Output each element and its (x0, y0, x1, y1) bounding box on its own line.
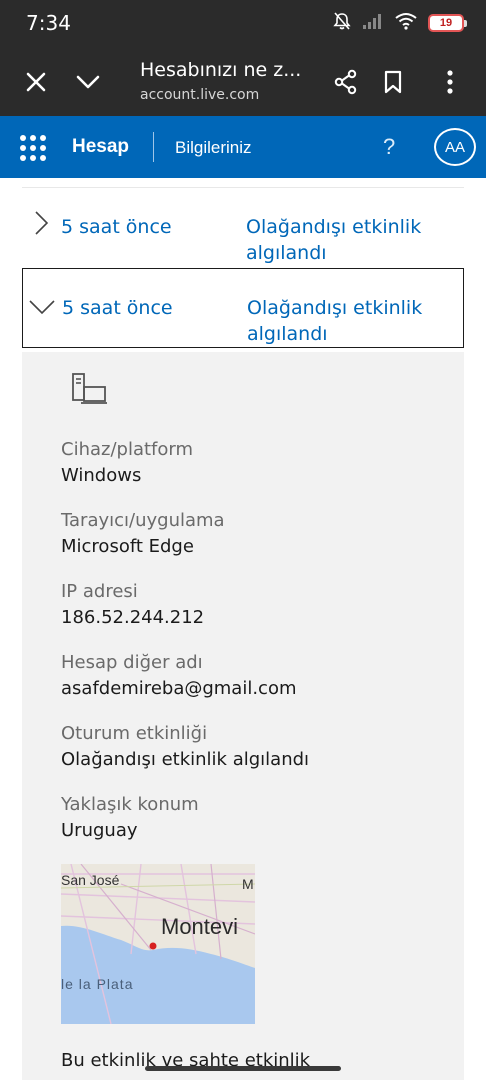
detail-ip: IP adresi 186.52.244.212 (61, 580, 204, 632)
detail-value: Olağandışı etkinlik algılandı (61, 749, 310, 770)
detail-label: Cihaz/platform (61, 439, 194, 460)
detail-location: Yaklaşık konum Uruguay (61, 793, 199, 845)
detail-label: Oturum etkinliği (61, 723, 208, 744)
browser-toolbar: Hesabınızı ne z... account.live.com (0, 46, 486, 116)
chevron-down-icon[interactable] (70, 64, 106, 100)
map-label: Montevi (161, 914, 239, 939)
gesture-bar[interactable] (145, 1066, 341, 1071)
detail-label: Yaklaşık konum (61, 794, 199, 815)
mute-icon (332, 11, 352, 36)
detail-label: Hesap diğer adı (61, 652, 203, 673)
wifi-icon (394, 12, 418, 35)
app-launcher-icon[interactable] (20, 135, 46, 161)
detail-value: Windows (61, 465, 142, 486)
bookmark-icon[interactable] (375, 64, 411, 100)
chevron-down-icon[interactable] (29, 299, 55, 325)
activity-event[interactable]: Olağandışı etkinlik algılandı (246, 214, 456, 266)
status-icons: 19 (332, 11, 467, 36)
header-brand[interactable]: Hesap (72, 136, 129, 158)
avatar[interactable]: AA (434, 128, 476, 166)
map-label: M (242, 876, 254, 892)
map-label: San José (61, 872, 120, 888)
status-bar: 7:34 19 (0, 0, 486, 46)
page-title[interactable]: Hesabınızı ne z... (140, 59, 301, 81)
battery-icon: 19 (428, 14, 467, 32)
computer-icon (70, 370, 110, 410)
location-map[interactable]: San José M Montevi le la Plata (61, 864, 255, 1024)
detail-value: asafdemireba@gmail.com (61, 678, 297, 699)
activity-row[interactable]: 5 saat önce Olağandışı etkinlik algıland… (22, 188, 464, 268)
detail-browser: Tarayıcı/uygulama Microsoft Edge (61, 509, 225, 561)
detail-value: 186.52.244.212 (61, 607, 205, 628)
header-divider (153, 132, 154, 162)
activity-time[interactable]: 5 saat önce (62, 297, 173, 319)
activity-time[interactable]: 5 saat önce (61, 216, 172, 238)
page-url[interactable]: account.live.com (140, 87, 259, 103)
status-time: 7:34 (26, 11, 71, 35)
signal-icon (362, 12, 384, 35)
chevron-right-icon[interactable] (28, 210, 54, 236)
close-icon[interactable] (18, 64, 54, 100)
activity-row-expanded[interactable]: 5 saat önce Olağandışı etkinlik algıland… (22, 268, 464, 348)
detail-session: Oturum etkinliği Olağandışı etkinlik alg… (61, 722, 309, 774)
help-icon[interactable]: ? (383, 134, 395, 160)
detail-alias: Hesap diğer adı asafdemireba@gmail.com (61, 651, 297, 703)
account-header: Hesap Bilgileriniz ? AA (0, 116, 486, 178)
detail-value: Uruguay (61, 820, 138, 841)
nav-item-bilgileriniz[interactable]: Bilgileriniz (175, 138, 252, 158)
detail-label: Tarayıcı/uygulama (61, 510, 225, 531)
activity-event[interactable]: Olağandışı etkinlik algılandı (247, 295, 457, 347)
detail-label: IP adresi (61, 581, 138, 602)
previous-row-edge (22, 178, 464, 188)
map-label: le la Plata (61, 976, 134, 992)
share-icon[interactable] (328, 64, 364, 100)
detail-device: Cihaz/platform Windows (61, 438, 193, 490)
activity-detail-panel: Cihaz/platform Windows Tarayıcı/uygulama… (22, 352, 464, 1080)
detail-value: Microsoft Edge (61, 536, 194, 557)
activity-content: 5 saat önce Olağandışı etkinlik algıland… (0, 178, 486, 1080)
more-icon[interactable] (432, 64, 468, 100)
